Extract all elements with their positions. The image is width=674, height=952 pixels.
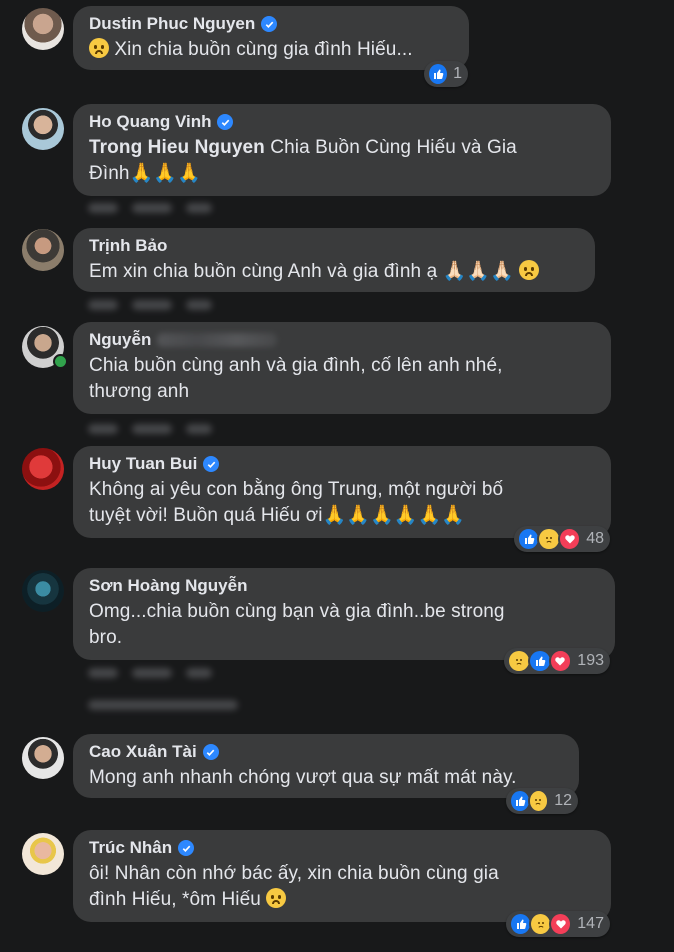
- author-name[interactable]: Trúc Nhân: [89, 838, 172, 858]
- comment-author[interactable]: Nguyễn: [89, 330, 595, 350]
- comment-bubble: Trịnh Bảo Em xin chia buồn cùng Anh và g…: [73, 228, 595, 292]
- comment-bubble: Ho Quang Vinh Trong Hieu Nguyen Chia Buồ…: [73, 104, 611, 196]
- comment-author[interactable]: Trúc Nhân: [89, 838, 595, 858]
- author-name[interactable]: Nguyễn: [89, 330, 151, 350]
- like-reaction-icon: [527, 649, 552, 673]
- sad-emoji-icon: [266, 888, 287, 908]
- comment-text: Xin chia buồn cùng gia đình Hiếu...: [89, 37, 453, 63]
- reactions-summary[interactable]: 48: [514, 526, 610, 552]
- comment-text: ôi! Nhân còn nhớ bác ấy, xin chia buồn c…: [89, 861, 595, 913]
- avatar[interactable]: [22, 8, 64, 50]
- comment-text-content: Mong anh nhanh chóng vượt qua sự mất mát…: [89, 767, 517, 788]
- comment-author[interactable]: Huy Tuan Bui: [89, 454, 595, 474]
- reaction-count: 12: [554, 792, 572, 809]
- comment-actions-blurred: [88, 203, 212, 215]
- reactions-summary[interactable]: 12: [506, 788, 578, 814]
- reactions-summary[interactable]: 147: [506, 911, 610, 937]
- author-name[interactable]: Huy Tuan Bui: [89, 454, 197, 474]
- comment-text-content: thương anh: [89, 381, 190, 402]
- mention-link[interactable]: Trong Hieu Nguyen: [89, 137, 265, 158]
- avatar[interactable]: [22, 448, 64, 490]
- comment-text-content: Omg...chia buồn cùng bạn và gia đình..be…: [89, 601, 505, 622]
- avatar[interactable]: [22, 737, 64, 779]
- comment-text-content: ôi! Nhân còn nhớ bác ấy, xin chia buồn c…: [89, 863, 499, 884]
- comment-text-content: Xin chia buồn cùng gia đình Hiếu...: [114, 39, 413, 60]
- reaction-count: 1: [453, 65, 462, 82]
- sad-emoji-icon: [519, 260, 540, 280]
- sad-emoji-icon: [89, 38, 109, 58]
- author-name[interactable]: Sơn Hoàng Nguyễn: [89, 576, 247, 596]
- comment-actions-blurred: [88, 300, 212, 312]
- comment-bubble: Cao Xuân Tài Mong anh nhanh chóng vượt q…: [73, 734, 579, 798]
- author-name[interactable]: Ho Quang Vinh: [89, 112, 211, 132]
- comment-author[interactable]: Ho Quang Vinh: [89, 112, 595, 132]
- verified-badge-icon: [203, 456, 220, 472]
- comment-text: Chia buồn cùng anh và gia đình, cố lên a…: [89, 353, 595, 405]
- comment-text: Trong Hieu Nguyen Chia Buồn Cùng Hiếu và…: [89, 135, 595, 187]
- comment-text: Mong anh nhanh chóng vượt qua sự mất mát…: [89, 765, 563, 791]
- comment-author[interactable]: Dustin Phuc Nguyen: [89, 14, 453, 34]
- comment-text-content: Đình🙏🙏🙏: [89, 163, 201, 184]
- sad-reaction-icon: [527, 789, 550, 813]
- comment-text-content: Em xin chia buồn cùng Anh và gia đình ạ …: [89, 261, 514, 282]
- replies-link-blurred: [88, 700, 238, 712]
- comment-text-content: Chia Buồn Cùng Hiếu và Gia: [270, 137, 517, 158]
- comment-text-content: Không ai yêu con bằng ông Trung, một ngư…: [89, 479, 504, 500]
- like-reaction-icon: [427, 62, 450, 86]
- comment-actions-blurred: [88, 668, 212, 680]
- comment-text-content: Chia buồn cùng anh và gia đình, cố lên a…: [89, 355, 503, 376]
- comment-author[interactable]: Trịnh Bảo: [89, 236, 579, 256]
- reactions-summary[interactable]: 193: [504, 648, 610, 674]
- reactions-summary[interactable]: 1: [424, 61, 468, 87]
- avatar[interactable]: [22, 229, 64, 271]
- comment-text: Em xin chia buồn cùng Anh và gia đình ạ …: [89, 259, 579, 285]
- online-status-icon: [53, 354, 68, 369]
- comment-text-content: đình Hiếu, *ôm Hiếu: [89, 889, 261, 910]
- comment-bubble: Huy Tuan Bui Không ai yêu con bằng ông T…: [73, 446, 611, 538]
- comment-text: Không ai yêu con bằng ông Trung, một ngư…: [89, 477, 595, 529]
- comment-actions-blurred: [88, 424, 212, 436]
- love-reaction-icon: [548, 649, 573, 673]
- author-name[interactable]: Trịnh Bảo: [89, 236, 167, 256]
- avatar[interactable]: [22, 108, 64, 150]
- verified-badge-icon: [217, 114, 234, 130]
- verified-badge-icon: [202, 744, 219, 760]
- verified-badge-icon: [178, 840, 195, 856]
- comment-author[interactable]: Sơn Hoàng Nguyễn: [89, 576, 599, 596]
- reaction-count: 193: [577, 652, 604, 669]
- comment-bubble: Dustin Phuc Nguyen Xin chia buồn cùng gi…: [73, 6, 469, 70]
- verified-badge-icon: [261, 16, 278, 32]
- reaction-count: 48: [586, 530, 605, 547]
- reaction-count: 147: [577, 915, 604, 932]
- comment-author[interactable]: Cao Xuân Tài: [89, 742, 563, 762]
- love-reaction-icon: [549, 912, 573, 936]
- comment-bubble: Nguyễn Chia buồn cùng anh và gia đình, c…: [73, 322, 611, 414]
- comment-text: Omg...chia buồn cùng bạn và gia đình..be…: [89, 599, 599, 651]
- author-name[interactable]: Cao Xuân Tài: [89, 742, 197, 762]
- comment-text-content: tuyệt vời! Buồn quá Hiếu ơi🙏🙏🙏🙏🙏🙏: [89, 505, 466, 526]
- blurred-name-area: [157, 333, 278, 347]
- avatar[interactable]: [22, 833, 64, 875]
- love-reaction-icon: [557, 527, 582, 551]
- comment-text-content: bro.: [89, 627, 123, 648]
- author-name[interactable]: Dustin Phuc Nguyen: [89, 14, 255, 34]
- avatar[interactable]: [22, 570, 64, 612]
- comment-bubble: Trúc Nhân ôi! Nhân còn nhớ bác ấy, xin c…: [73, 830, 611, 922]
- comment-bubble: Sơn Hoàng Nguyễn Omg...chia buồn cùng bạ…: [73, 568, 615, 660]
